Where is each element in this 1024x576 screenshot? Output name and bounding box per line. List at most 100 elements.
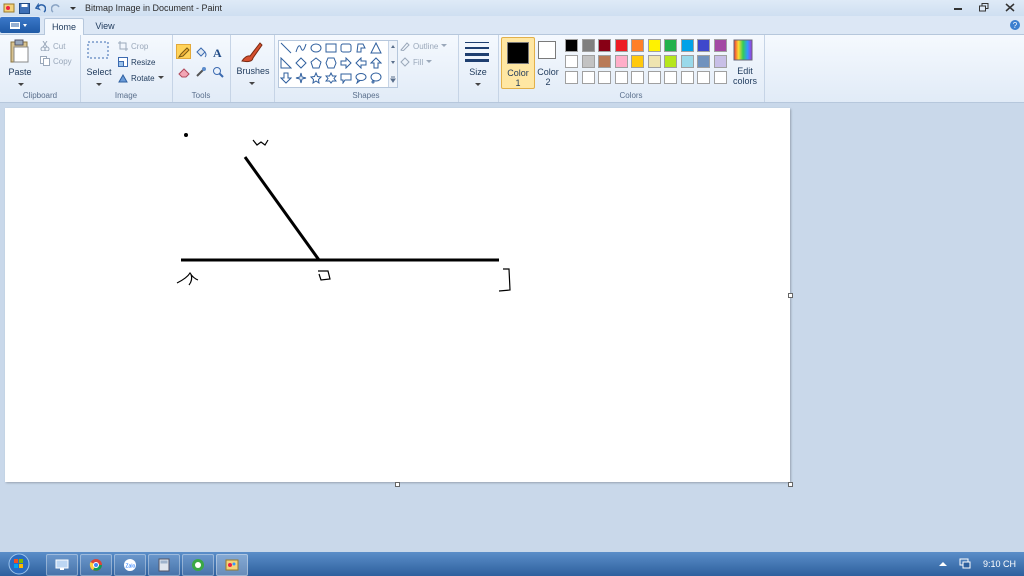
taskbar-app[interactable] — [182, 554, 214, 576]
edit-colors-button[interactable]: Edit colors — [732, 39, 758, 89]
palette-swatch[interactable] — [680, 39, 694, 52]
palette-swatch[interactable] — [697, 55, 710, 68]
brushes-button[interactable]: Brushes — [236, 39, 270, 87]
palette-swatch[interactable] — [631, 71, 644, 84]
fill-button[interactable]: Fill — [400, 57, 433, 67]
drawing-canvas[interactable] — [5, 108, 790, 482]
clock[interactable]: 9:10 CH — [983, 559, 1016, 569]
cloud-callout-shape[interactable] — [369, 71, 383, 85]
palette-swatch[interactable] — [598, 71, 611, 84]
canvas-resize-handle-bottom[interactable] — [395, 482, 400, 487]
palette-swatch[interactable] — [680, 71, 694, 84]
size-button[interactable]: Size — [464, 40, 492, 88]
palette-swatch[interactable] — [713, 71, 727, 84]
rotate-button[interactable]: Rotate — [118, 73, 164, 83]
right-arrow-shape[interactable] — [339, 56, 353, 70]
five-point-star-shape[interactable] — [309, 71, 323, 85]
network-icon[interactable] — [959, 557, 971, 571]
taskbar-calculator[interactable] — [148, 554, 180, 576]
hexagon-shape[interactable] — [324, 56, 338, 70]
palette-swatch[interactable] — [614, 39, 628, 52]
four-point-star-shape[interactable] — [294, 71, 308, 85]
tab-view[interactable]: View — [88, 18, 122, 34]
left-arrow-shape[interactable] — [354, 56, 368, 70]
pentagon-shape[interactable] — [309, 56, 323, 70]
gallery-scroll-arrows-icon — [390, 45, 396, 83]
curve-shape[interactable] — [294, 41, 308, 55]
cut-button[interactable]: Cut — [40, 41, 65, 51]
rounded-callout-shape[interactable] — [339, 71, 353, 85]
rounded-rectangle-shape[interactable] — [339, 41, 353, 55]
diamond-shape[interactable] — [294, 56, 308, 70]
resize-button[interactable]: Resize — [118, 57, 155, 67]
close-button[interactable] — [1002, 1, 1018, 13]
palette-swatch[interactable] — [713, 55, 727, 68]
magnifier-tool[interactable] — [210, 64, 225, 79]
six-point-star-shape[interactable] — [324, 71, 338, 85]
palette-swatch[interactable] — [713, 39, 727, 52]
redo-icon[interactable] — [50, 2, 63, 15]
help-icon[interactable]: ? — [1010, 20, 1020, 30]
palette-swatch[interactable] — [581, 71, 595, 84]
oval-callout-shape[interactable] — [354, 71, 368, 85]
color-picker-tool[interactable] — [193, 64, 208, 79]
palette-swatch[interactable] — [664, 39, 677, 52]
taskbar-chrome[interactable] — [80, 554, 112, 576]
palette-swatch[interactable] — [631, 39, 644, 52]
copy-button[interactable]: Copy — [40, 56, 72, 66]
palette-swatch[interactable] — [565, 71, 578, 84]
color2-button[interactable]: Color 2 — [536, 39, 560, 89]
palette-swatch[interactable] — [697, 39, 710, 52]
canvas-resize-handle-right[interactable] — [788, 293, 793, 298]
fill-tool[interactable] — [193, 44, 208, 59]
tab-home[interactable]: Home — [44, 18, 84, 35]
polygon-shape[interactable] — [354, 41, 368, 55]
canvas-resize-handle-corner[interactable] — [788, 482, 793, 487]
paint-app-icon[interactable] — [2, 2, 15, 15]
palette-swatch[interactable] — [680, 55, 694, 68]
eraser-tool[interactable] — [176, 64, 191, 79]
start-button[interactable] — [4, 552, 34, 576]
customize-qat-chevron-icon[interactable] — [66, 2, 79, 15]
minimize-button[interactable] — [950, 1, 966, 13]
shapes-gallery-scroll[interactable] — [388, 41, 397, 87]
paste-button[interactable]: Paste — [8, 39, 32, 87]
tray-show-hidden-icon[interactable] — [938, 559, 947, 569]
palette-swatch[interactable] — [664, 55, 677, 68]
palette-swatch[interactable] — [565, 55, 578, 68]
undo-icon[interactable] — [34, 2, 47, 15]
taskbar-show-desktop[interactable] — [46, 554, 78, 576]
text-tool[interactable]: A — [210, 44, 225, 59]
palette-swatch[interactable] — [614, 71, 628, 84]
palette-swatch[interactable] — [614, 55, 628, 68]
outline-button[interactable]: Outline — [400, 41, 448, 51]
up-arrow-shape[interactable] — [369, 56, 383, 70]
taskbar-paint[interactable] — [216, 554, 248, 576]
triangle-shape[interactable] — [369, 41, 383, 55]
palette-swatch[interactable] — [598, 55, 611, 68]
down-arrow-shape[interactable] — [279, 71, 293, 85]
save-icon[interactable] — [18, 2, 31, 15]
palette-swatch[interactable] — [664, 71, 677, 84]
paint-menu-button[interactable] — [0, 17, 40, 33]
oval-shape[interactable] — [309, 41, 323, 55]
taskbar-zalo[interactable]: Zalo — [114, 554, 146, 576]
palette-swatch[interactable] — [581, 55, 595, 68]
select-button[interactable]: Select — [86, 40, 112, 88]
palette-swatch[interactable] — [697, 71, 710, 84]
pencil-tool[interactable] — [176, 44, 191, 59]
restore-button[interactable] — [976, 1, 992, 13]
line-shape[interactable] — [279, 41, 293, 55]
image-group: Select Crop Resize Rotate Image — [80, 35, 173, 102]
palette-swatch[interactable] — [598, 39, 611, 52]
palette-swatch[interactable] — [581, 39, 595, 52]
rectangle-shape[interactable] — [324, 41, 338, 55]
palette-swatch[interactable] — [647, 39, 661, 52]
palette-swatch[interactable] — [647, 55, 661, 68]
right-triangle-shape[interactable] — [279, 56, 293, 70]
palette-swatch[interactable] — [631, 55, 644, 68]
crop-button[interactable]: Crop — [118, 41, 148, 51]
palette-swatch[interactable] — [647, 71, 661, 84]
palette-swatch[interactable] — [565, 39, 578, 52]
color1-button[interactable]: Color 1 — [501, 37, 535, 89]
